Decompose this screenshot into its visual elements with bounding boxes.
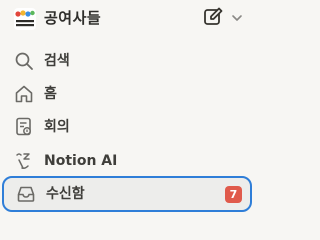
sidebar-item-search[interactable]: 검색 <box>4 45 254 77</box>
meeting-notes-icon <box>16 117 31 136</box>
sidebar-item-meeting[interactable]: 회의 <box>4 111 254 143</box>
sidebar-item-inbox[interactable]: 수신함 7 <box>2 176 252 212</box>
sidebar-item-label: 회의 <box>44 119 70 135</box>
workspace-header[interactable]: 공여사들 <box>0 0 256 34</box>
inbox-count-badge: 7 <box>225 186 242 203</box>
notion-ai-face-icon <box>16 153 30 169</box>
home-icon <box>15 85 33 103</box>
sidebar-item-label: 검색 <box>44 53 70 69</box>
workspace-logo <box>14 8 36 30</box>
workspace-name: 공여사들 <box>44 9 102 27</box>
sidebar-item-label: Notion AI <box>44 153 118 169</box>
new-page-button[interactable] <box>202 6 224 28</box>
sidebar-item-label: 수신함 <box>46 186 85 202</box>
chevron-down-icon <box>232 15 242 21</box>
sidebar-item-notion-ai[interactable]: Notion AI <box>4 145 254 177</box>
workspace-menu-button[interactable] <box>230 10 244 24</box>
sidebar-item-home[interactable]: 홈 <box>4 78 254 110</box>
search-icon <box>15 52 33 70</box>
compose-icon <box>204 7 223 25</box>
sidebar-item-label: 홈 <box>44 86 57 102</box>
inbox-icon <box>17 186 35 202</box>
